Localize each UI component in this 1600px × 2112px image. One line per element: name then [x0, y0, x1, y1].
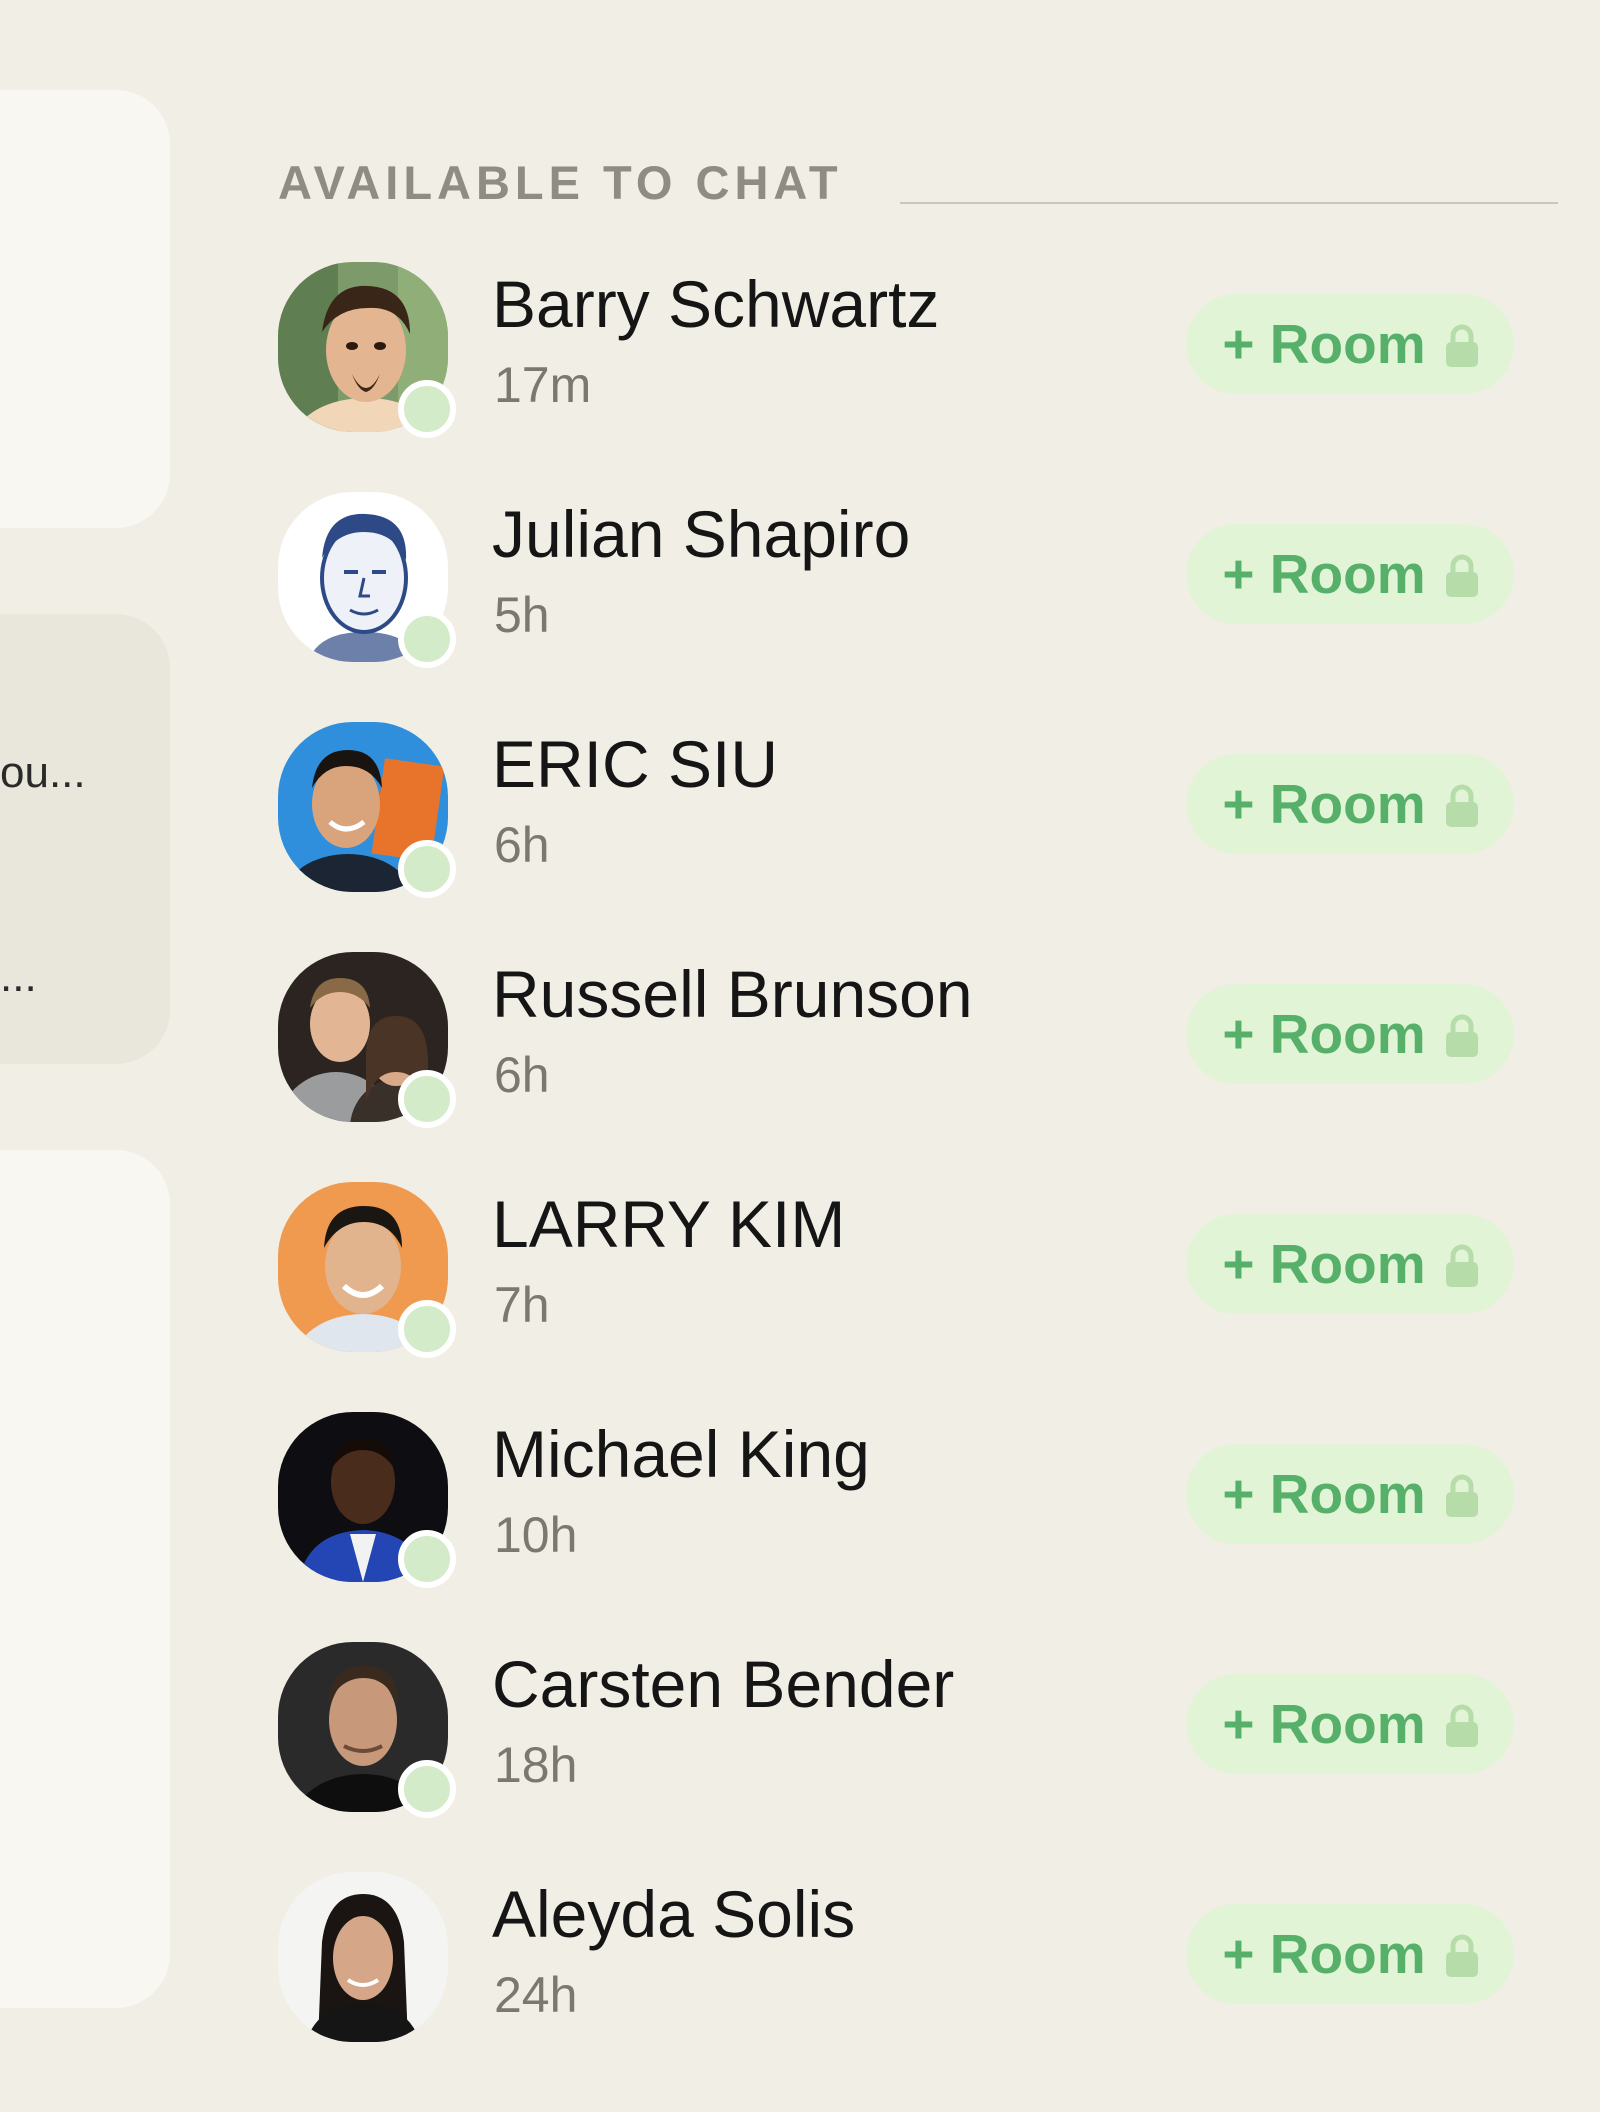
lock-icon [1445, 783, 1478, 827]
contact-row[interactable]: Russell Brunson 6h + Room [0, 942, 1600, 1172]
contact-name: Russell Brunson [492, 957, 973, 1031]
contact-time: 10h [494, 1507, 578, 1563]
lock-icon [1445, 323, 1478, 367]
online-status-dot [398, 1070, 456, 1128]
room-button-label: + Room [1222, 543, 1426, 605]
contact-time: 17m [494, 357, 592, 413]
contact-time: 24h [494, 1967, 578, 2023]
contact-row[interactable]: Aleyda Solis 24h + Room [0, 1862, 1600, 2092]
add-room-button[interactable]: + Room [1186, 1674, 1514, 1774]
room-button-label: + Room [1222, 773, 1426, 835]
room-button-label: + Room [1222, 313, 1426, 375]
add-room-button[interactable]: + Room [1186, 294, 1514, 394]
section-header: AVAILABLE TO CHAT [278, 155, 1558, 215]
contact-row[interactable]: Carsten Bender 18h + Room [0, 1632, 1600, 1862]
contact-time: 7h [494, 1277, 550, 1333]
contact-name: Barry Schwartz [492, 267, 940, 341]
room-button-label: + Room [1222, 1693, 1426, 1755]
section-divider [900, 202, 1558, 204]
contact-row[interactable]: Barry Schwartz 17m + Room [0, 252, 1600, 482]
online-status-dot [398, 1530, 456, 1588]
add-room-button[interactable]: + Room [1186, 754, 1514, 854]
room-button-label: + Room [1222, 1233, 1426, 1295]
lock-icon [1445, 553, 1478, 597]
contact-row[interactable]: LARRY KIM 7h + Room [0, 1172, 1600, 1402]
online-status-dot [398, 840, 456, 898]
contact-time: 5h [494, 587, 550, 643]
lock-icon [1445, 1703, 1478, 1747]
online-status-dot [398, 380, 456, 438]
online-status-dot [398, 1760, 456, 1818]
add-room-button[interactable]: + Room [1186, 1214, 1514, 1314]
contact-name: ERIC SIU [492, 727, 779, 801]
contact-time: 6h [494, 1047, 550, 1103]
section-title: AVAILABLE TO CHAT [278, 156, 843, 209]
contact-time: 18h [494, 1737, 578, 1793]
avatar[interactable] [278, 1872, 448, 2042]
room-button-label: + Room [1222, 1003, 1426, 1065]
contact-name: Carsten Bender [492, 1647, 955, 1721]
lock-icon [1445, 1933, 1478, 1977]
contact-name: Julian Shapiro [492, 497, 911, 571]
add-room-button[interactable]: + Room [1186, 1904, 1514, 2004]
lock-icon [1445, 1473, 1478, 1517]
lock-icon [1445, 1013, 1478, 1057]
add-room-button[interactable]: + Room [1186, 1444, 1514, 1544]
add-room-button[interactable]: + Room [1186, 984, 1514, 1084]
add-room-button[interactable]: + Room [1186, 524, 1514, 624]
contact-name: Michael King [492, 1417, 870, 1491]
contact-row[interactable]: Julian Shapiro 5h + Room [0, 482, 1600, 712]
contact-name: LARRY KIM [492, 1187, 846, 1261]
lock-icon [1445, 1243, 1478, 1287]
contact-name: Aleyda Solis [492, 1877, 856, 1951]
contact-time: 6h [494, 817, 550, 873]
room-button-label: + Room [1222, 1463, 1426, 1525]
contact-row[interactable]: ERIC SIU 6h + Room [0, 712, 1600, 942]
contact-row[interactable]: Michael King 10h + Room [0, 1402, 1600, 1632]
online-status-dot [398, 610, 456, 668]
room-button-label: + Room [1222, 1923, 1426, 1985]
online-status-dot [398, 1300, 456, 1358]
contact-list: Barry Schwartz 17m + Room Julian Shapiro… [0, 252, 1600, 2092]
